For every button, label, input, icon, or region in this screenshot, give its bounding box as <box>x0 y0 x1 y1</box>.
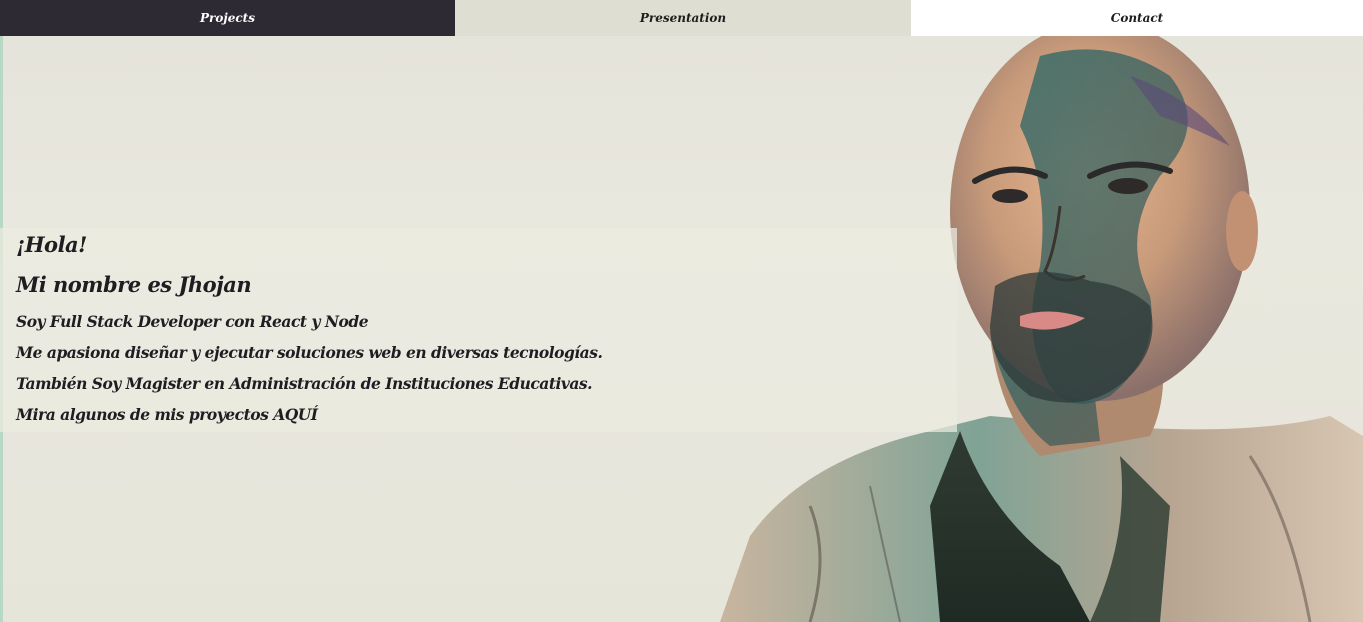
nav-presentation[interactable]: Presentation <box>455 0 911 36</box>
greeting-heading: ¡Hola! <box>16 232 87 257</box>
passion-text: Me apasiona diseñar y ejecutar solucione… <box>16 343 603 362</box>
name-heading: Mi nombre es Jhojan <box>16 272 252 297</box>
role-text: Soy Full Stack Developer con React y Nod… <box>16 312 369 331</box>
degree-text: También Soy Magister en Administración d… <box>16 374 593 393</box>
nav-projects[interactable]: Projects <box>0 0 455 36</box>
intro-panel: ¡Hola! Mi nombre es Jhojan Soy Full Stac… <box>0 228 957 432</box>
projects-cta-prefix: Mira algunos de mis proyectos <box>16 405 274 424</box>
top-nav: Projects Presentation Contact <box>0 0 1363 36</box>
nav-contact[interactable]: Contact <box>911 0 1363 36</box>
projects-cta-text: Mira algunos de mis proyectos AQUÍ <box>16 405 318 424</box>
projects-aqui-link[interactable]: AQUÍ <box>273 405 318 424</box>
page: Projects Presentation Contact ¡Hola! Mi … <box>0 0 1363 622</box>
